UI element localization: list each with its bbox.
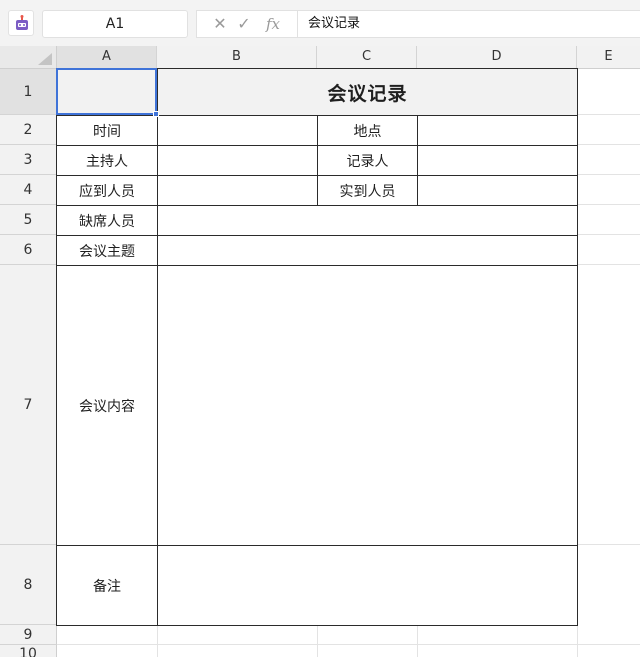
row-header-6[interactable]: 6 — [0, 235, 57, 265]
label-host[interactable]: 主持人 — [56, 145, 158, 176]
cell-b4[interactable] — [157, 175, 318, 206]
label-actual-attendees[interactable]: 实到人员 — [317, 175, 418, 206]
row-header-8[interactable]: 8 — [0, 545, 57, 625]
select-all-corner[interactable] — [0, 46, 57, 69]
gridline — [577, 114, 640, 115]
row-header-9[interactable]: 9 — [0, 625, 57, 645]
gridline — [577, 264, 640, 265]
row-header-10[interactable]: 10 — [0, 645, 57, 657]
cancel-icon[interactable]: ✕ — [211, 11, 229, 37]
gridline — [577, 234, 640, 235]
cell-b6-merged[interactable] — [157, 235, 578, 266]
gridline — [577, 204, 640, 205]
cell-b2[interactable] — [157, 115, 318, 146]
formula-area: ✕ ✓ fx 会议记录 — [196, 10, 640, 38]
cell-d3[interactable] — [417, 145, 578, 176]
label-recorder[interactable]: 记录人 — [317, 145, 418, 176]
gridline — [417, 625, 418, 657]
row-header-4[interactable]: 4 — [0, 175, 57, 205]
label-expected-attendees[interactable]: 应到人员 — [56, 175, 158, 206]
column-header-a[interactable]: A — [57, 46, 157, 69]
label-absent[interactable]: 缺席人员 — [56, 205, 158, 236]
gridline — [577, 544, 640, 545]
column-header-c[interactable]: C — [317, 46, 417, 69]
robot-icon[interactable] — [8, 10, 34, 36]
label-topic[interactable]: 会议主题 — [56, 235, 158, 266]
row-header-3[interactable]: 3 — [0, 145, 57, 175]
fill-handle[interactable] — [153, 111, 159, 117]
gridline — [157, 625, 158, 657]
column-header-b[interactable]: B — [157, 46, 317, 69]
row-header-5[interactable]: 5 — [0, 205, 57, 235]
cell-b3[interactable] — [157, 145, 318, 176]
gridline — [577, 174, 640, 175]
cell-b7-merged[interactable] — [157, 265, 578, 546]
formula-bar: A1 ✕ ✓ fx 会议记录 — [0, 0, 640, 46]
column-header-d[interactable]: D — [417, 46, 577, 69]
label-time[interactable]: 时间 — [56, 115, 158, 146]
corner-triangle-icon — [38, 53, 52, 65]
label-notes[interactable]: 备注 — [56, 545, 158, 626]
cell-a1[interactable] — [56, 68, 158, 116]
function-icon[interactable]: fx — [261, 11, 285, 37]
gridline — [577, 625, 578, 657]
column-header-e[interactable]: E — [577, 46, 640, 69]
name-box[interactable]: A1 — [42, 10, 188, 38]
row-header-1[interactable]: 1 — [0, 69, 57, 115]
cell-d2[interactable] — [417, 115, 578, 146]
spreadsheet-grid: A B C D E 1 2 3 4 5 6 7 8 9 10 会议记录 时间 地… — [0, 46, 640, 657]
label-location[interactable]: 地点 — [317, 115, 418, 146]
meeting-title-cell[interactable]: 会议记录 — [157, 68, 578, 116]
cell-d4[interactable] — [417, 175, 578, 206]
gridline — [57, 644, 640, 645]
formula-input[interactable]: 会议记录 — [308, 11, 360, 37]
check-icon[interactable]: ✓ — [235, 11, 253, 37]
label-content[interactable]: 会议内容 — [56, 265, 158, 546]
cell-b8-merged[interactable] — [157, 545, 578, 626]
cell-b5-merged[interactable] — [157, 205, 578, 236]
gridline — [317, 625, 318, 657]
gridline — [577, 144, 640, 145]
formula-separator — [297, 11, 298, 37]
row-header-2[interactable]: 2 — [0, 115, 57, 145]
row-header-7[interactable]: 7 — [0, 265, 57, 545]
